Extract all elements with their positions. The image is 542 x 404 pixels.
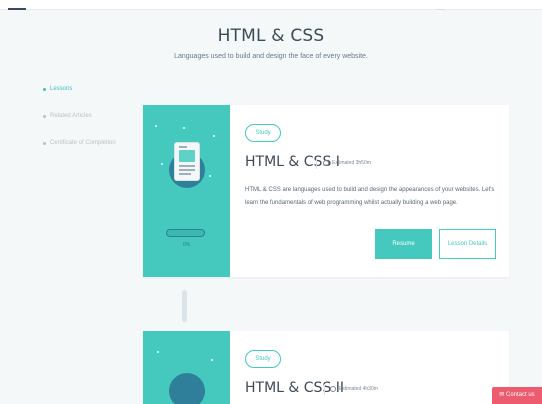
contact-label: Contact us bbox=[506, 392, 535, 398]
estimate-text: Estimated 3h50m bbox=[332, 160, 371, 166]
bullet-icon bbox=[43, 141, 46, 145]
page-subtitle: Languages used to build and design the f… bbox=[174, 53, 368, 60]
course-illustration: 0% bbox=[143, 105, 230, 277]
sparkle-icon bbox=[211, 359, 213, 361]
course-progress-bar bbox=[166, 229, 205, 237]
nav-active-indicator bbox=[8, 8, 26, 10]
study-badge: Study bbox=[245, 124, 281, 142]
illustration-circle bbox=[169, 373, 205, 404]
document-icon bbox=[175, 143, 199, 180]
sparkle-icon bbox=[157, 351, 159, 353]
sparkle-icon bbox=[183, 127, 185, 129]
nav-divider bbox=[437, 9, 445, 10]
course-card: 0% Study HTML & CSS I Estimated 3h50m HT… bbox=[143, 105, 509, 277]
study-badge: Study bbox=[245, 350, 281, 368]
course-progress-label: 0% bbox=[182, 242, 191, 248]
clock-icon bbox=[330, 386, 336, 392]
contact-us-button[interactable]: ✉ Contact us bbox=[492, 387, 542, 404]
sparkle-icon bbox=[161, 163, 163, 165]
page-header: HTML & CSS Languages used to build and d… bbox=[0, 26, 542, 60]
sparkle-icon bbox=[213, 135, 215, 137]
side-nav-label: Related Articles bbox=[50, 113, 92, 119]
side-nav-item-lessons[interactable]: Lessons bbox=[43, 84, 116, 94]
title-separator bbox=[316, 158, 317, 169]
side-nav-label: Certificate of Completion bbox=[50, 140, 116, 146]
sparkle-icon bbox=[209, 175, 211, 177]
side-nav: Lessons Related Articles Certificate of … bbox=[43, 84, 116, 165]
side-nav-label: Lessons bbox=[50, 86, 73, 92]
lesson-details-button[interactable]: Lesson Details bbox=[439, 229, 496, 259]
side-nav-item-certificate[interactable]: Certificate of Completion bbox=[43, 138, 116, 148]
bullet-icon bbox=[43, 87, 46, 91]
sparkle-icon bbox=[155, 125, 157, 127]
course-card: Study HTML & CSS II Estimated 4h30m bbox=[143, 331, 509, 404]
title-separator bbox=[324, 384, 325, 395]
course-description: HTML & CSS are languages used to build a… bbox=[245, 187, 495, 206]
course-connector bbox=[182, 290, 187, 322]
course-estimate: Estimated 4h30m bbox=[330, 386, 378, 392]
clock-icon bbox=[323, 160, 329, 166]
resume-button[interactable]: Resume bbox=[375, 229, 432, 259]
bullet-icon bbox=[43, 114, 46, 118]
side-nav-item-related-articles[interactable]: Related Articles bbox=[43, 111, 116, 121]
course-estimate: Estimated 3h50m bbox=[323, 160, 371, 166]
course-illustration bbox=[143, 331, 230, 404]
page-title: HTML & CSS bbox=[217, 26, 325, 46]
estimate-text: Estimated 4h30m bbox=[339, 386, 378, 392]
top-navbar bbox=[0, 0, 542, 10]
mail-icon: ✉ bbox=[499, 392, 505, 398]
